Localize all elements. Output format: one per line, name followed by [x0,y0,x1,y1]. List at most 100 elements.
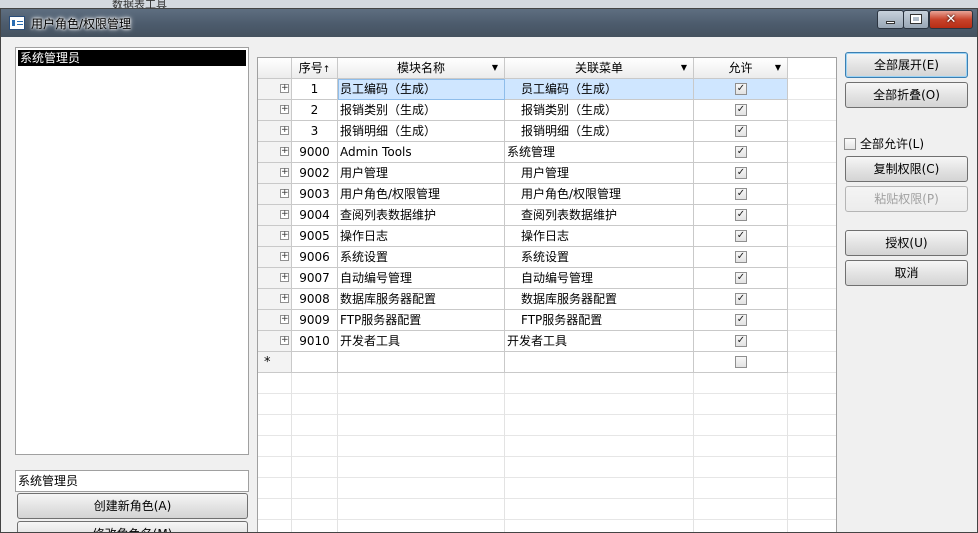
cell-allow[interactable]: ✓ [694,205,788,226]
maximize-button[interactable] [903,10,929,29]
cell-menu[interactable]: 系统管理 [505,142,694,163]
allow-checkbox[interactable]: ✓ [735,125,747,137]
cell-menu[interactable]: 开发者工具 [505,331,694,352]
allow-checkbox[interactable]: ✓ [735,272,747,284]
copy-permission-button[interactable]: 复制权限(C) [845,156,968,182]
row-selector[interactable]: + [258,289,292,310]
cell-no[interactable]: 1 [292,79,338,100]
expand-icon[interactable]: + [280,189,289,198]
table-row[interactable]: +9008 数据库服务器配置 数据库服务器配置 ✓ [258,289,788,310]
cell-no[interactable]: 9000 [292,142,338,163]
row-selector[interactable]: * [258,352,292,373]
allow-checkbox[interactable] [735,356,747,368]
collapse-all-button[interactable]: 全部折叠(O) [845,82,968,108]
cell-allow[interactable] [694,352,788,373]
cell-allow[interactable]: ✓ [694,100,788,121]
table-row[interactable]: +9010 开发者工具 开发者工具 ✓ [258,331,788,352]
cell-module-name[interactable]: 查阅列表数据维护 [338,205,505,226]
cell-module-name[interactable]: 用户角色/权限管理 [338,184,505,205]
table-row[interactable]: +9004 查阅列表数据维护 查阅列表数据维护 ✓ [258,205,788,226]
allow-all-checkbox[interactable]: 全部允许(L) [844,137,954,153]
expand-icon[interactable]: + [280,147,289,156]
column-header-name[interactable]: 模块名称 ▼ [338,58,505,79]
expand-icon[interactable]: + [280,231,289,240]
dropdown-arrow-icon[interactable]: ▼ [681,58,687,78]
table-row[interactable]: +9006 系统设置 系统设置 ✓ [258,247,788,268]
minimize-button[interactable] [877,10,904,29]
cell-allow[interactable]: ✓ [694,247,788,268]
cell-menu[interactable] [505,352,694,373]
cancel-button[interactable]: 取消 [845,260,968,286]
cell-menu[interactable]: 操作日志 [505,226,694,247]
cell-module-name[interactable]: 用户管理 [338,163,505,184]
cell-allow[interactable]: ✓ [694,226,788,247]
cell-allow[interactable]: ✓ [694,289,788,310]
cell-allow[interactable]: ✓ [694,184,788,205]
cell-menu[interactable]: 员工编码（生成） [505,79,694,100]
expand-icon[interactable]: + [280,210,289,219]
cell-allow[interactable]: ✓ [694,142,788,163]
cell-module-name[interactable]: 员工编码（生成） [338,79,505,100]
role-list[interactable]: 系统管理员 [15,47,249,455]
cell-module-name[interactable]: 操作日志 [338,226,505,247]
expand-icon[interactable]: + [280,168,289,177]
cell-module-name[interactable]: 开发者工具 [338,331,505,352]
cell-allow[interactable]: ✓ [694,268,788,289]
allow-checkbox[interactable]: ✓ [735,104,747,116]
dropdown-arrow-icon[interactable]: ▼ [492,58,498,78]
expand-icon[interactable]: + [280,84,289,93]
column-header-menu[interactable]: 关联菜单 ▼ [505,58,694,79]
cell-module-name[interactable]: Admin Tools [338,142,505,163]
expand-icon[interactable]: + [280,126,289,135]
cell-no[interactable]: 2 [292,100,338,121]
allow-checkbox[interactable]: ✓ [735,209,747,221]
column-header-allow[interactable]: 允许 ▼ [694,58,788,79]
rename-role-button[interactable]: 修改角色名(M) [17,521,248,532]
allow-checkbox[interactable]: ✓ [735,146,747,158]
row-selector[interactable]: + [258,163,292,184]
cell-no[interactable]: 9005 [292,226,338,247]
permission-grid[interactable]: 序号↑ 模块名称 ▼ 关联菜单 ▼ 允许 ▼ +1 员工编码（生成） 员工编码（生成） ✓ +… [257,57,837,532]
row-selector[interactable]: + [258,100,292,121]
expand-all-button[interactable]: 全部展开(E) [845,52,968,78]
table-row[interactable]: +9000 Admin Tools 系统管理 ✓ [258,142,788,163]
table-row[interactable]: +3 报销明细（生成） 报销明细（生成） ✓ [258,121,788,142]
cell-menu[interactable]: 自动编号管理 [505,268,694,289]
allow-checkbox[interactable]: ✓ [735,230,747,242]
title-bar[interactable]: 用户角色/权限管理 ✕ [1,9,977,37]
row-selector[interactable]: + [258,79,292,100]
table-row[interactable]: +9007 自动编号管理 自动编号管理 ✓ [258,268,788,289]
table-row[interactable]: +9005 操作日志 操作日志 ✓ [258,226,788,247]
row-selector[interactable]: + [258,226,292,247]
new-record-row[interactable]: * [258,352,788,373]
table-row[interactable]: +9002 用户管理 用户管理 ✓ [258,163,788,184]
cell-menu[interactable]: 数据库服务器配置 [505,289,694,310]
allow-checkbox[interactable]: ✓ [735,335,747,347]
allow-checkbox[interactable]: ✓ [735,188,747,200]
row-selector[interactable]: + [258,142,292,163]
cell-no[interactable]: 3 [292,121,338,142]
cell-menu[interactable]: 系统设置 [505,247,694,268]
cell-menu[interactable]: 用户角色/权限管理 [505,184,694,205]
cell-menu[interactable]: 报销类别（生成） [505,100,694,121]
expand-icon[interactable]: + [280,273,289,282]
expand-icon[interactable]: + [280,315,289,324]
row-selector[interactable]: + [258,331,292,352]
cell-module-name[interactable]: 系统设置 [338,247,505,268]
cell-menu[interactable]: 报销明细（生成） [505,121,694,142]
select-all-corner[interactable] [258,58,292,79]
cell-allow[interactable]: ✓ [694,331,788,352]
table-row[interactable]: +2 报销类别（生成） 报销类别（生成） ✓ [258,100,788,121]
expand-icon[interactable]: + [280,252,289,261]
cell-allow[interactable]: ✓ [694,310,788,331]
cell-menu[interactable]: 用户管理 [505,163,694,184]
cell-no[interactable]: 9002 [292,163,338,184]
allow-checkbox[interactable]: ✓ [735,314,747,326]
cell-module-name[interactable]: FTP服务器配置 [338,310,505,331]
table-row[interactable]: +9003 用户角色/权限管理 用户角色/权限管理 ✓ [258,184,788,205]
cell-menu[interactable]: 查阅列表数据维护 [505,205,694,226]
cell-module-name[interactable] [338,352,505,373]
row-selector[interactable]: + [258,184,292,205]
cell-allow[interactable]: ✓ [694,163,788,184]
cell-allow[interactable]: ✓ [694,79,788,100]
